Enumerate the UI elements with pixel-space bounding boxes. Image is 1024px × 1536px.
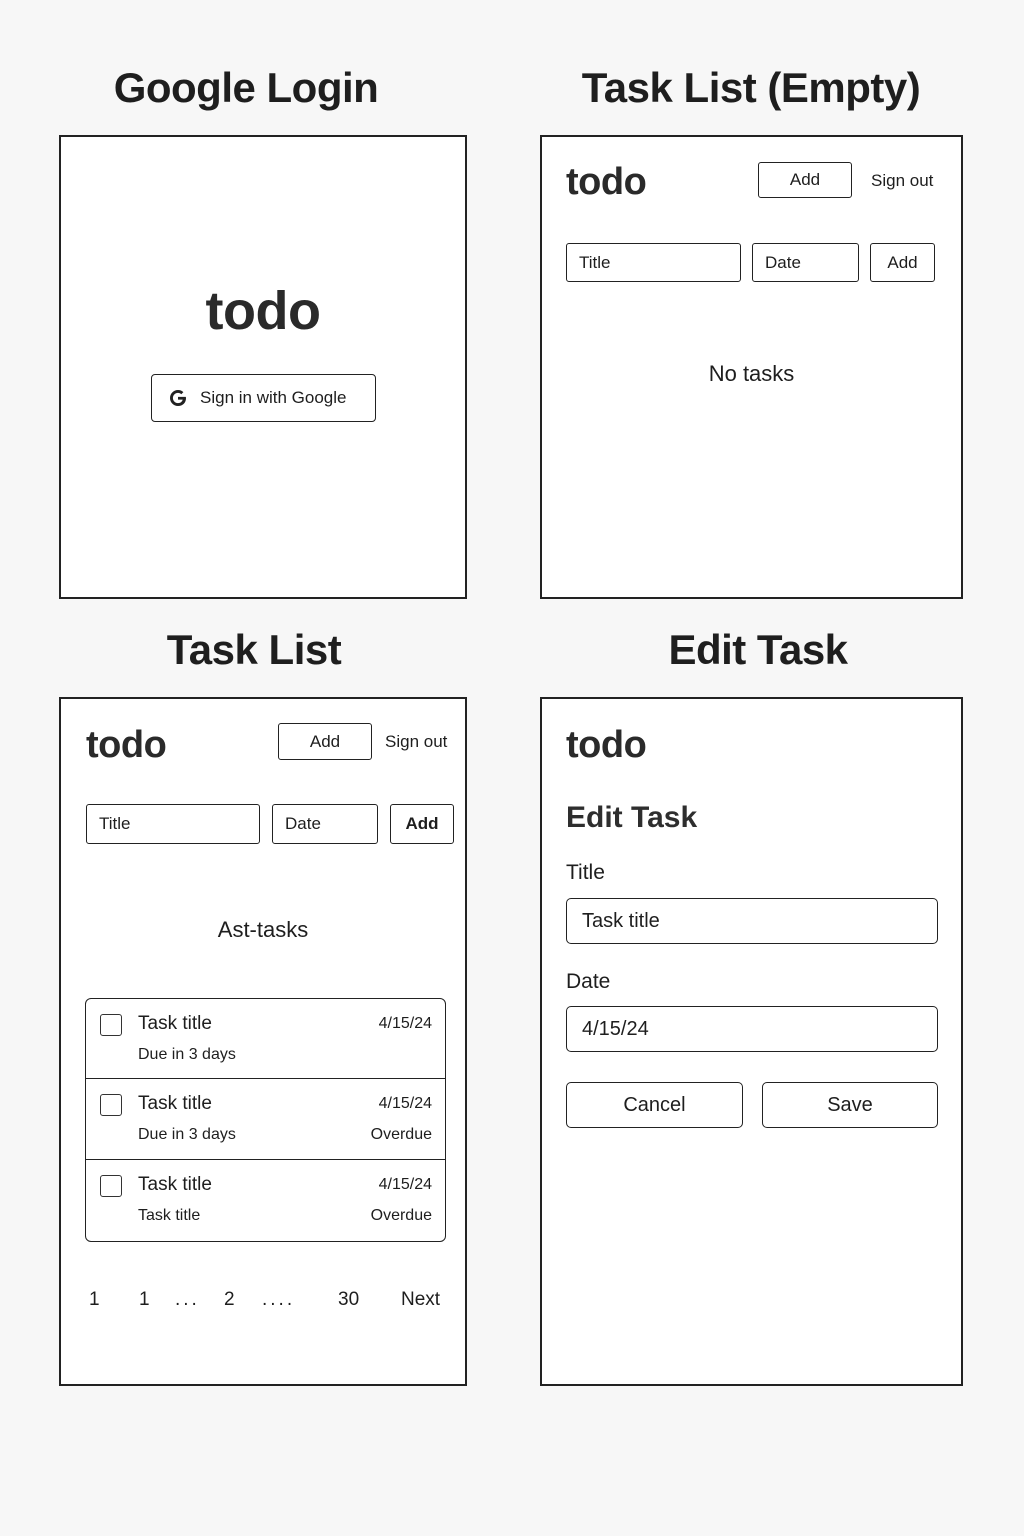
task-list-screen-heading: Task List [166, 626, 342, 673]
title-input[interactable]: Title [86, 804, 260, 844]
app-logo: todo [205, 281, 321, 341]
page-link-2[interactable]: 2 [224, 1289, 235, 1311]
sign-out-link[interactable]: Sign out [385, 732, 447, 752]
page-link-30[interactable]: 30 [338, 1289, 359, 1311]
title-field-label: Title [566, 861, 605, 884]
empty-list-screen-panel: todo Add Sign out Title Date Add No task… [540, 135, 963, 599]
app-logo: todo [566, 724, 647, 766]
page-link-1-alt[interactable]: 1 [139, 1289, 150, 1311]
task-row[interactable]: Task title Due in 3 days 4/15/24 [86, 999, 445, 1079]
google-g-icon [166, 386, 190, 410]
add-button[interactable]: Add [758, 162, 852, 198]
task-subtitle: Due in 3 days [138, 1126, 236, 1143]
page-ellipsis: .... [262, 1289, 296, 1310]
empty-state-message: No tasks [708, 361, 795, 386]
task-list: Task title Due in 3 days 4/15/24 Task ti… [85, 998, 446, 1242]
task-title: Task title [138, 1174, 212, 1195]
task-row[interactable]: Task title Task title 4/15/24 Overdue [86, 1159, 445, 1241]
date-input[interactable]: Date [272, 804, 378, 844]
task-subtitle: Task title [138, 1207, 201, 1224]
task-title: Task title [138, 1093, 212, 1114]
task-checkbox[interactable] [100, 1175, 122, 1197]
edit-task-form-heading: Edit Task [566, 801, 698, 834]
login-screen-panel: todo Sign in with Google [59, 135, 467, 599]
form-add-button[interactable]: Add [870, 243, 935, 282]
next-page-link[interactable]: Next [401, 1289, 440, 1311]
task-subtitle: Due in 3 days [138, 1046, 236, 1063]
task-date: 4/15/24 [378, 1015, 432, 1032]
date-input[interactable]: Date [752, 243, 859, 282]
login-screen-heading: Google Login [113, 64, 379, 111]
task-status: Overdue [370, 1207, 432, 1224]
edit-task-screen-heading: Edit Task [668, 626, 848, 673]
app-logo: todo [86, 724, 167, 766]
form-add-button[interactable]: Add [390, 804, 454, 844]
cancel-button[interactable]: Cancel [566, 1082, 743, 1128]
sign-out-link[interactable]: Sign out [871, 171, 933, 191]
task-checkbox[interactable] [100, 1094, 122, 1116]
google-sign-in-label: Sign in with Google [200, 388, 347, 407]
page-link-1[interactable]: 1 [89, 1289, 100, 1311]
save-button[interactable]: Save [762, 1082, 938, 1128]
date-field-label: Date [566, 970, 611, 993]
title-input[interactable]: Title [566, 243, 741, 282]
task-date: 4/15/24 [378, 1176, 432, 1193]
edit-task-screen-panel: todo Edit Task Title Task title Date 4/1… [540, 697, 963, 1386]
empty-list-screen-heading: Task List (Empty) [581, 64, 921, 111]
task-status: Overdue [370, 1126, 432, 1143]
page-ellipsis: ... [175, 1289, 200, 1310]
task-date: 4/15/24 [378, 1095, 432, 1112]
task-title: Task title [138, 1013, 212, 1034]
title-input[interactable]: Task title [566, 898, 938, 944]
add-button[interactable]: Add [278, 723, 372, 760]
task-row[interactable]: Task title Due in 3 days 4/15/24 Overdue [86, 1078, 445, 1160]
task-list-screen-panel: todo Add Sign out Title Date Add Ast-tas… [59, 697, 467, 1386]
app-logo: todo [566, 161, 647, 203]
google-sign-in-button[interactable]: Sign in with Google [151, 374, 376, 422]
task-checkbox[interactable] [100, 1014, 122, 1036]
date-input[interactable]: 4/15/24 [566, 1006, 938, 1052]
task-list-heading: Ast-tasks [217, 917, 309, 942]
